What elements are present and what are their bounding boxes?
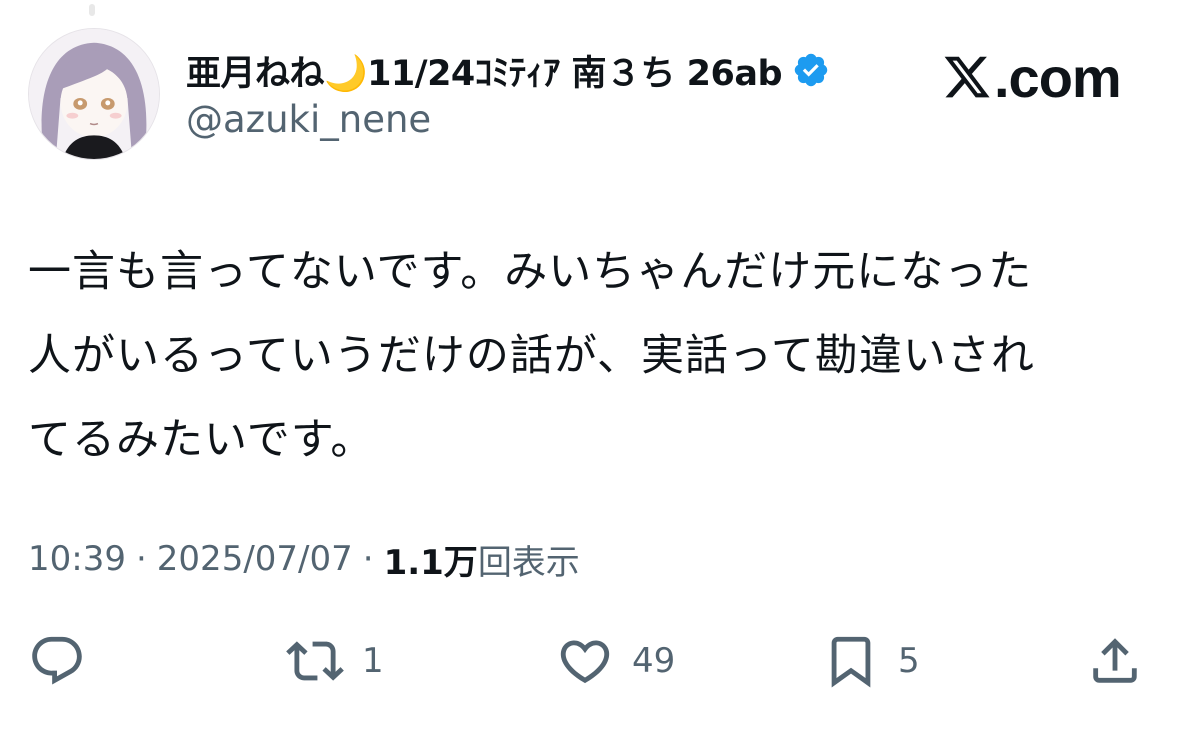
brand-suffix: .com bbox=[994, 45, 1122, 109]
tweet-time[interactable]: 10:39 bbox=[28, 539, 126, 579]
heart-icon bbox=[560, 640, 610, 684]
tweet-meta: 10:39 · 2025/07/07 · 1.1万 回表示 bbox=[28, 535, 580, 583]
author-handle[interactable]: @azuki_nene bbox=[186, 98, 431, 141]
retweet-button[interactable]: 1 bbox=[286, 625, 384, 697]
like-button[interactable]: 49 bbox=[556, 625, 675, 697]
bookmark-button[interactable]: 5 bbox=[822, 625, 920, 697]
verified-badge-icon[interactable] bbox=[792, 51, 830, 89]
retweet-count: 1 bbox=[362, 641, 384, 681]
tweet-text: 一言も言ってないです。みいちゃんだけ元になった 人がいるっていうだけの話が、実話… bbox=[28, 230, 1138, 482]
meta-separator: · bbox=[135, 539, 147, 579]
bookmark-count: 5 bbox=[898, 641, 920, 681]
scroll-indicator bbox=[89, 4, 95, 16]
share-button[interactable] bbox=[1086, 625, 1144, 697]
author-display-name[interactable]: 亜月ねね🌙11/24ｺﾐﾃｨｱ 南３ち 26ab bbox=[186, 46, 830, 94]
tweet-text-line: 一言も言ってないです。みいちゃんだけ元になった bbox=[28, 247, 1033, 297]
x-logo-icon bbox=[944, 56, 990, 98]
avatar[interactable] bbox=[28, 28, 160, 160]
brand-logo: .com bbox=[942, 45, 1122, 109]
reply-icon bbox=[32, 636, 82, 685]
views-label: 回表示 bbox=[477, 542, 580, 583]
tweet-text-line: 人がいるっていうだけの話が、実話って勘違いされ bbox=[28, 331, 1035, 381]
tweet-text-line: てるみたいです。 bbox=[28, 415, 375, 465]
retweet-icon bbox=[286, 641, 344, 681]
tweet-date[interactable]: 2025/07/07 bbox=[157, 539, 353, 579]
avatar-illustration bbox=[29, 29, 159, 159]
reply-button[interactable] bbox=[28, 625, 86, 697]
share-icon bbox=[1093, 638, 1137, 683]
views-count: 1.1万 bbox=[383, 542, 478, 583]
bookmark-icon bbox=[831, 636, 871, 688]
meta-separator: · bbox=[362, 539, 374, 579]
like-count: 49 bbox=[632, 641, 676, 681]
display-name-text: 亜月ねね🌙11/24ｺﾐﾃｨｱ 南３ち 26ab bbox=[186, 53, 783, 94]
action-bar: 1 49 5 bbox=[28, 625, 1148, 697]
